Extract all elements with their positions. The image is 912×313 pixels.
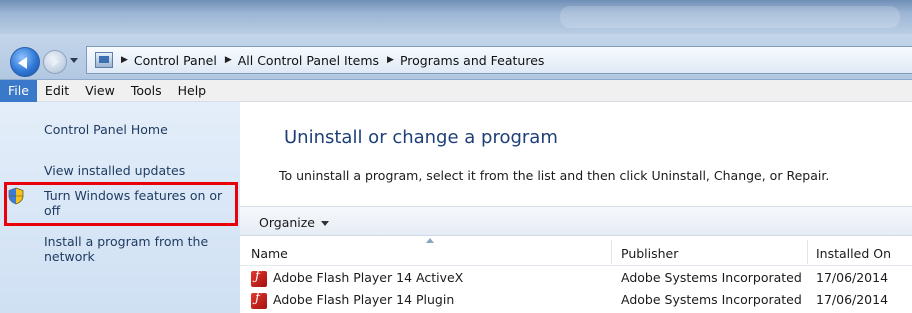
breadcrumb-programs-and-features[interactable]: Programs and Features: [400, 53, 544, 68]
uac-shield-icon: [8, 187, 24, 205]
chevron-down-icon: [321, 221, 329, 226]
forward-button[interactable]: [43, 50, 67, 74]
back-button[interactable]: [10, 47, 40, 77]
breadcrumb-separator-icon[interactable]: ▶: [225, 55, 232, 65]
navigation-bar: ▶ Control Panel ▶ All Control Panel Item…: [0, 34, 912, 80]
organize-button[interactable]: Organize: [259, 215, 329, 230]
menu-tools[interactable]: Tools: [123, 80, 170, 102]
breadcrumb-all-control-panel-items[interactable]: All Control Panel Items: [238, 53, 379, 68]
title-bar-glow: [560, 6, 900, 28]
program-name: Adobe Flash Player 14 ActiveX: [273, 270, 464, 285]
sidebar-link-install-from-network[interactable]: Install a program from the network: [44, 234, 224, 264]
window-title-bar[interactable]: [0, 0, 912, 34]
menu-view[interactable]: View: [77, 80, 123, 102]
page-description: To uninstall a program, select it from t…: [279, 168, 830, 183]
page-title: Uninstall or change a program: [284, 127, 558, 148]
menu-bar: File Edit View Tools Help: [0, 79, 912, 102]
sidebar-link-control-panel-home[interactable]: Control Panel Home: [44, 122, 234, 137]
program-name: Adobe Flash Player 14 Plugin: [273, 292, 455, 307]
organize-label: Organize: [259, 215, 315, 230]
menu-help[interactable]: Help: [170, 80, 215, 102]
breadcrumb-separator-icon[interactable]: ▶: [121, 55, 128, 65]
table-row[interactable]: Adobe Flash Player 14 Plugin Adobe Syste…: [240, 290, 912, 310]
column-header-publisher[interactable]: Publisher: [621, 246, 678, 261]
table-header: Name Publisher Installed On: [240, 236, 912, 266]
table-row[interactable]: Adobe Flash Player 14 ActiveX Adobe Syst…: [240, 268, 912, 288]
column-header-name[interactable]: Name: [251, 246, 288, 261]
command-bar: Organize: [240, 206, 912, 236]
flash-player-icon: [251, 269, 267, 287]
column-divider[interactable]: [611, 240, 612, 264]
menu-file[interactable]: File: [0, 79, 37, 102]
main-content: Uninstall or change a program To uninsta…: [240, 102, 912, 313]
flash-player-icon: [251, 291, 267, 309]
recent-pages-dropdown-icon[interactable]: [70, 58, 78, 63]
sort-ascending-icon: [426, 238, 434, 243]
breadcrumb-separator-icon[interactable]: ▶: [387, 55, 394, 65]
column-divider[interactable]: [807, 240, 808, 264]
menu-edit[interactable]: Edit: [37, 80, 77, 102]
tasks-sidebar: Control Panel Home View installed update…: [0, 102, 240, 313]
sidebar-link-view-installed-updates[interactable]: View installed updates: [44, 163, 234, 178]
sidebar-link-turn-windows-features[interactable]: Turn Windows features on or off: [44, 188, 234, 218]
column-header-installed-on[interactable]: Installed On: [816, 246, 891, 261]
program-publisher: Adobe Systems Incorporated: [621, 292, 802, 307]
program-installed-on: 17/06/2014: [816, 270, 889, 285]
address-bar[interactable]: ▶ Control Panel ▶ All Control Panel Item…: [86, 46, 912, 74]
program-publisher: Adobe Systems Incorporated: [621, 270, 802, 285]
control-panel-icon: [95, 52, 113, 68]
program-installed-on: 17/06/2014: [816, 292, 889, 307]
breadcrumb-control-panel[interactable]: Control Panel: [134, 53, 217, 68]
